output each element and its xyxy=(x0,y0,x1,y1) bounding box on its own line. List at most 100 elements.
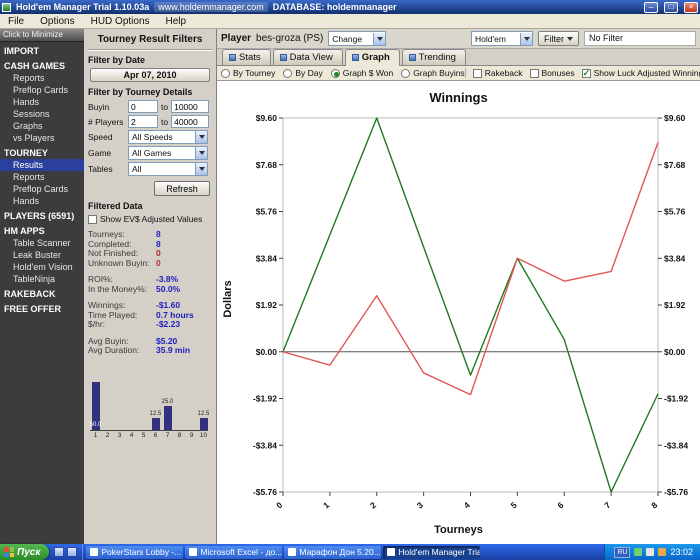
sidebar-section-cash-games[interactable]: CASH GAMES xyxy=(0,57,84,72)
speed-select[interactable]: All Speeds xyxy=(128,130,208,144)
language-indicator[interactable]: RU xyxy=(614,546,631,558)
menu-file[interactable]: File xyxy=(0,16,32,27)
quick-launch-icon[interactable] xyxy=(67,547,78,557)
tab-stats[interactable]: Stats xyxy=(222,49,271,65)
radio-graph-won[interactable]: Graph $ Won xyxy=(330,68,394,78)
menu-help[interactable]: Help xyxy=(158,16,195,27)
taskbar-button-icon xyxy=(288,548,297,556)
x-tick-label: 5 xyxy=(509,500,519,511)
sidebar-item-table-scanner[interactable]: Table Scanner xyxy=(0,237,84,249)
sidebar-item-reports[interactable]: Reports xyxy=(0,72,84,84)
tab-data-view[interactable]: Data View xyxy=(272,49,343,65)
sidebar-minimize-button[interactable]: Click to Minimize xyxy=(0,29,84,42)
sidebar-item-vs-players[interactable]: vs Players xyxy=(0,132,84,144)
date-button[interactable]: Apr 07, 2010 xyxy=(90,68,210,82)
sidebar-item-preflop-cards[interactable]: Preflop Cards xyxy=(0,183,84,195)
sidebar-item-results[interactable]: Results xyxy=(0,159,84,171)
minimize-button[interactable] xyxy=(644,1,658,13)
stat-label: In the Money%: xyxy=(88,283,148,294)
checkbox-rakeback[interactable]: Rakeback xyxy=(472,68,523,78)
checkbox-show-luck-adjusted-winnings[interactable]: Show Luck Adjusted Winnings xyxy=(581,68,700,79)
checkbox-label: Rakeback xyxy=(484,68,523,78)
sidebar-section-players-6591[interactable]: PLAYERS (6591) xyxy=(0,207,84,222)
y-tick-label: -$1.92 xyxy=(253,394,277,404)
to-label: to xyxy=(161,116,169,127)
sidebar-item-tableninja[interactable]: TableNinja xyxy=(0,273,84,285)
checkbox-icon xyxy=(529,68,539,78)
start-button[interactable]: Пуск xyxy=(0,544,50,560)
game-type-dropdown[interactable]: Hold'em xyxy=(471,31,533,46)
sidebar-item-reports[interactable]: Reports xyxy=(0,171,84,183)
checkbox-bonuses[interactable]: Bonuses xyxy=(529,68,575,78)
mini-chart-category-label: 10 xyxy=(199,431,208,439)
mini-chart-column: 9 xyxy=(186,368,197,440)
speed-label: Speed xyxy=(88,132,113,142)
tables-select[interactable]: All xyxy=(128,162,208,176)
x-tick-label: 1 xyxy=(321,500,331,511)
mini-chart-bar-value: 25.0 xyxy=(161,398,174,405)
menu-options[interactable]: Options xyxy=(32,16,82,27)
radio-label: Graph $ Won xyxy=(342,68,394,78)
close-button[interactable] xyxy=(684,1,698,13)
y-tick-label-right: $7.68 xyxy=(664,160,686,170)
filter-button[interactable]: Filter xyxy=(538,31,579,46)
stat-group: Winnings: -$1.60 Time Played: 0.7 hours $/hr… xyxy=(88,300,212,330)
sidebar-section-tourney[interactable]: TOURNEY xyxy=(0,144,84,159)
quick-launch-icon[interactable] xyxy=(54,547,65,557)
buyin-to-input[interactable] xyxy=(171,100,210,113)
game-row: Game All Games xyxy=(88,146,212,160)
radio-by-tourney[interactable]: By Tourney xyxy=(221,68,275,78)
sidebar-section-import[interactable]: IMPORT xyxy=(0,42,84,57)
sidebar-item-hold-em-vision[interactable]: Hold'em Vision xyxy=(0,261,84,273)
mini-chart-column: 12.5 10 xyxy=(198,368,210,440)
change-player-dropdown[interactable]: Change xyxy=(328,31,387,46)
sidebar-item-leak-buster[interactable]: Leak Buster xyxy=(0,249,84,261)
taskbar-button-microsoft-excel[interactable]: Microsoft Excel - до... xyxy=(185,545,283,559)
ev-adjusted-label: Show EV$ Adjusted Values xyxy=(100,214,203,224)
graph-option-checkboxes: Rakeback Bonuses Show Luck Adjusted Winnin… xyxy=(464,68,700,79)
players-to-input[interactable] xyxy=(171,115,210,128)
sidebar-section-rakeback[interactable]: RAKEBACK xyxy=(0,285,84,300)
sidebar-item-hands[interactable]: Hands xyxy=(0,96,84,108)
y-tick-label-right: -$1.92 xyxy=(664,394,688,404)
sidebar-item-graphs[interactable]: Graphs xyxy=(0,120,84,132)
tray-icon[interactable] xyxy=(646,548,655,556)
sidebar-item-hands[interactable]: Hands xyxy=(0,195,84,207)
mini-chart-category-label: 8 xyxy=(177,431,182,439)
sidebar-section-hm-apps[interactable]: HM APPS xyxy=(0,222,84,237)
tab-icon xyxy=(279,54,287,61)
taskbar-button-icon xyxy=(189,548,198,556)
radio-by-day[interactable]: By Day xyxy=(283,68,323,78)
tray-icon[interactable] xyxy=(658,548,667,556)
mini-chart-category-label: 6 xyxy=(153,431,158,439)
taskbar-button-hold-em-manager-tria[interactable]: Hold'em Manager Tria... xyxy=(383,545,481,559)
sidebar-section-free-offer[interactable]: FREE OFFER xyxy=(0,300,84,315)
tab-graph[interactable]: Graph xyxy=(344,49,400,66)
graph-options-bar: By Tourney By Day Graph $ Won Graph Buyins R… xyxy=(217,66,700,81)
mini-chart-bar-value: 12.5 xyxy=(149,410,162,417)
players-row: # Players to xyxy=(88,115,212,128)
taskbar-button-pokerstars-lobby[interactable]: PokerStars Lobby -... xyxy=(86,545,184,559)
chart-title: Winnings xyxy=(429,90,488,105)
sidebar-item-sessions[interactable]: Sessions xyxy=(0,108,84,120)
ev-adjusted-checkbox[interactable] xyxy=(88,214,97,224)
refresh-button[interactable]: Refresh xyxy=(154,181,210,196)
sidebar-item-preflop-cards[interactable]: Preflop Cards xyxy=(0,84,84,96)
y-tick-label-right: $0.00 xyxy=(664,347,686,357)
game-select[interactable]: All Games xyxy=(128,146,208,160)
tab-trending[interactable]: Trending xyxy=(401,49,466,65)
players-from-input[interactable] xyxy=(128,115,158,128)
taskbar-button-5-20[interactable]: Марафон Дон 5.20... xyxy=(284,545,382,559)
x-tick-label: 8 xyxy=(649,500,659,511)
chevron-down-icon xyxy=(195,163,207,175)
tray-icon[interactable] xyxy=(634,548,643,556)
buyin-from-input[interactable] xyxy=(128,100,158,113)
taskbar: Пуск PokerStars Lobby -... Microsoft Exce… xyxy=(0,544,700,560)
radio-graph-buyins[interactable]: Graph Buyins xyxy=(401,68,465,78)
buyin-row: Buyin to xyxy=(88,100,212,113)
taskbar-button-icon xyxy=(90,548,99,556)
menu-hud-options[interactable]: HUD Options xyxy=(83,16,158,27)
maximize-button[interactable] xyxy=(664,1,678,13)
player-name: bes-groza (PS) xyxy=(256,33,324,44)
filter-by-details-label: Filter by Tourney Details xyxy=(88,87,193,97)
